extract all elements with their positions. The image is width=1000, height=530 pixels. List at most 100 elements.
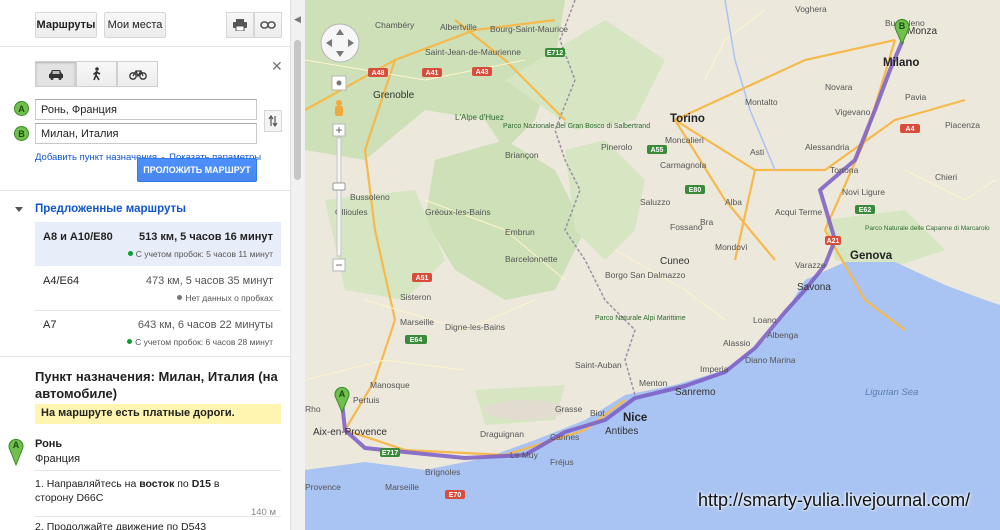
route-summary: 513 км, 5 часов 16 минут	[139, 231, 273, 243]
origin-marker-icon: A	[14, 101, 29, 116]
zoom-slider-track[interactable]	[336, 137, 342, 257]
step-number: 1.	[35, 478, 44, 490]
city-label: Savona	[797, 282, 831, 293]
town-label: Saint-Jean-de-Maurienne	[425, 47, 521, 57]
town-label: Sisteron	[400, 292, 431, 302]
road-shield: A55	[651, 147, 664, 154]
town-label: Vigevano	[835, 107, 871, 117]
car-icon	[48, 69, 63, 80]
town-label: Fréjus	[550, 457, 574, 467]
step-text: Направляйтесь на	[46, 478, 140, 490]
town-label: Bourg-Saint-Maurice	[490, 24, 568, 34]
route-traffic-text: С учетом пробок: 6 часов 28 минут	[135, 337, 273, 347]
traffic-dot-icon	[127, 339, 133, 344]
route-option[interactable]: A4/E64 473 км, 5 часов 35 минут Нет данн…	[35, 266, 281, 310]
town-label: Acqui Terme	[775, 207, 822, 217]
town-label: Pinerolo	[601, 142, 632, 152]
road-shield: A21	[827, 238, 840, 245]
town-label: Montalto	[745, 97, 778, 107]
city-label: Cannes	[550, 432, 579, 442]
map-canvas[interactable]: A48 A41 A43 A51 A21 A4 E70 E712 E64 E80 …	[305, 0, 1000, 530]
get-directions-button[interactable]: ПРОЛОЖИТЬ МАРШРУТ	[137, 158, 257, 182]
traffic-dot-icon	[127, 251, 133, 256]
city-label: Grenoble	[373, 90, 415, 101]
town-label: Embrun	[505, 227, 535, 237]
town-label: Bussoleno	[350, 192, 390, 202]
zoom-slider-thumb[interactable]	[332, 182, 346, 191]
town-label: Pavia	[905, 92, 927, 102]
town-label: Loano	[753, 315, 777, 325]
toolbar-divider	[0, 46, 290, 47]
close-icon[interactable]: ✕	[271, 58, 283, 75]
print-icon	[233, 19, 247, 31]
itinerary-title: Пункт назначения: Милан, Италия (на авто…	[35, 369, 278, 401]
panel-scrollbar[interactable]: ◀	[290, 0, 305, 530]
route-option[interactable]: A7 643 км, 6 часов 22 минуты С учетом пр…	[35, 310, 281, 354]
road-shield: E64	[410, 337, 423, 344]
tab-routes[interactable]: Маршруты	[35, 12, 97, 38]
print-button[interactable]	[226, 12, 254, 38]
suggested-routes-heading[interactable]: Предложенные маршруты	[35, 203, 186, 215]
start-pin-icon: A	[8, 438, 24, 466]
town-label: Biot	[590, 408, 605, 418]
city-label: Genova	[850, 250, 893, 262]
route-name: A8 и A10/E80	[43, 231, 113, 243]
park-label: L'Alpe d'Huez	[455, 113, 504, 122]
town-label: Chambéry	[375, 20, 415, 30]
step-direction: восток	[139, 478, 175, 490]
road-shield: E717	[382, 450, 398, 457]
route-traffic-text: Нет данных о пробках	[185, 293, 273, 303]
direction-step[interactable]: 2. Продолжайте движение по D543	[35, 520, 235, 530]
collapse-left-icon[interactable]: ◀	[294, 14, 301, 25]
road-shield: E62	[859, 207, 872, 214]
tab-my-places[interactable]: Мои места	[104, 12, 166, 38]
step-text: по	[174, 478, 192, 490]
park-label: Parco Naturale delle Capanne di Marcarol…	[865, 225, 990, 232]
town-label: Albertville	[440, 22, 477, 32]
town-label: Briançon	[505, 150, 539, 160]
scrollbar-thumb[interactable]	[294, 40, 301, 180]
route-option[interactable]: A8 и A10/E80 513 км, 5 часов 16 минут С …	[35, 222, 281, 266]
directions-panel: Маршруты Мои места ✕ A Ронь, Франция B М…	[0, 0, 290, 530]
mode-walk-button[interactable]	[76, 61, 117, 87]
route-name: A7	[43, 319, 57, 331]
route-traffic: С учетом пробок: 5 часов 11 минут	[127, 249, 273, 259]
road-shield: A4	[906, 126, 915, 133]
step-road: D543	[181, 521, 207, 530]
town-label: Alassio	[723, 338, 751, 348]
road-shield: A51	[416, 275, 429, 282]
city-label: Torino	[670, 113, 705, 125]
walk-icon	[92, 67, 100, 81]
step-road: D66C	[76, 492, 104, 504]
steps-divider	[35, 470, 281, 471]
bicycle-icon	[128, 70, 147, 80]
town-label: Gréoux-les-Bains	[425, 207, 491, 217]
start-pin-label: A	[13, 440, 20, 450]
town-label: Carmagnola	[660, 160, 707, 170]
origin-input[interactable]	[35, 99, 257, 120]
city-label: Imperia	[700, 364, 729, 374]
town-label: Diano Marina	[745, 355, 796, 365]
mode-bicycle-button[interactable]	[117, 61, 158, 87]
pegman-icon[interactable]	[335, 100, 343, 116]
town-label: Draguignan	[480, 429, 524, 439]
destination-input[interactable]	[35, 123, 257, 144]
town-label: Moncalieri	[665, 135, 704, 145]
town-label: Provence	[305, 482, 341, 492]
pan-control[interactable]	[320, 23, 360, 63]
start-marker-label: A	[339, 389, 346, 399]
link-button[interactable]	[254, 12, 282, 38]
city-label: Menton	[639, 378, 668, 388]
mode-car-button[interactable]	[35, 61, 76, 87]
watermark-text: http://smarty-yulia.livejournal.com/	[698, 490, 971, 510]
road-shield: A48	[372, 70, 385, 77]
location-icon	[336, 80, 342, 86]
town-label: Pertuis	[353, 395, 379, 405]
swap-icon	[268, 115, 278, 127]
town-label: Novara	[825, 82, 853, 92]
zoom-out-label: −	[335, 258, 342, 272]
direction-step[interactable]: 1. Направляйтесь на восток по D15 в стор…	[35, 477, 235, 505]
swap-button[interactable]	[264, 110, 282, 132]
expand-triangle-icon[interactable]	[15, 207, 23, 212]
park-label: Parco Nazionale del Gran Bosco di Salber…	[503, 123, 650, 130]
